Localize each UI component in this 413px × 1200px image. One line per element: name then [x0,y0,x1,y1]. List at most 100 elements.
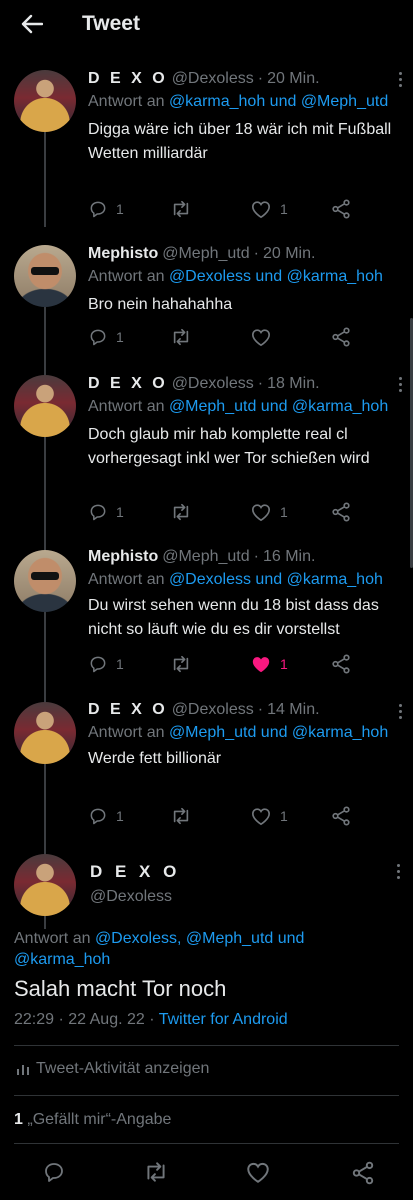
thread-tweet[interactable]: D E X O @Dexoless · 14 Min. Antwort an @… [0,692,413,929]
avatar[interactable] [14,70,76,132]
author-handle[interactable]: @Dexoless [90,888,399,906]
reply-prefix: Antwort an [88,398,165,415]
avatar[interactable] [14,245,76,307]
author-name[interactable]: D E X O [88,699,168,721]
reply-button[interactable]: 1 [88,501,124,523]
timestamp: 20 Min. [267,70,320,87]
thread-tweet[interactable]: Mephisto @Meph_utd · 20 Min. Antwort an … [0,235,413,377]
retweet-button[interactable] [170,653,192,675]
likes-label: „Gefällt mir“-Angabe [27,1111,172,1128]
tweet-meta: 22:29 · 22 Aug. 22 · Twitter for Android [14,1011,288,1029]
retweet-button[interactable] [170,326,192,348]
share-button[interactable] [330,326,352,348]
like-button[interactable]: 1 [250,653,288,675]
author-handle[interactable]: @Dexoless [172,68,254,90]
reply-icon [90,504,106,521]
share-icon [332,327,350,347]
share-button[interactable] [350,1160,376,1191]
share-icon [332,806,350,826]
avatar[interactable] [14,375,76,437]
tweet-activity-link[interactable]: Tweet-Aktivität anzeigen [16,1060,209,1078]
source-link[interactable]: Twitter for Android [159,1011,288,1028]
author-handle[interactable]: @Meph_utd [162,546,249,568]
retweet-button[interactable] [170,805,192,827]
author-name[interactable]: D E X O [88,68,168,90]
timestamp: 16 Min. [262,548,316,565]
tweet-text: Digga wäre ich über 18 wär ich mit Fußba… [88,121,392,162]
author-handle[interactable]: @Dexoless [172,699,254,721]
more-icon[interactable] [399,377,403,395]
author-name[interactable]: Mephisto [88,243,158,265]
separator: · [257,375,264,392]
likes-summary[interactable]: 1 „Gefällt mir“-Angabe [14,1111,171,1129]
avatar[interactable] [14,854,76,916]
reply-icon [90,656,106,673]
author-handle[interactable]: @Dexoless [172,373,254,395]
timestamp: 14 Min. [267,701,320,718]
retweet-button[interactable] [170,198,192,220]
author-name[interactable]: D E X O [90,862,399,882]
thread-tweet[interactable]: Mephisto @Meph_utd · 16 Min. Antwort an … [0,540,413,707]
thread-tweet[interactable]: D E X O @Dexoless · 18 Min. Antwort an @… [0,365,413,552]
reply-button[interactable]: 1 [88,653,124,675]
reply-mentions[interactable]: @Dexoless und @karma_hoh [169,268,383,285]
like-count: 1 [280,504,288,520]
retweet-icon [147,1162,165,1182]
separator: · [257,70,264,87]
like-button[interactable]: 1 [250,805,288,827]
like-icon [251,201,271,219]
reply-prefix: Antwort an [88,93,165,110]
thread-line [44,132,46,227]
reply-mentions[interactable]: @Dexoless und @karma_hoh [169,571,383,588]
like-button[interactable] [250,326,280,348]
thread-tweet[interactable]: D E X O @Dexoless · 20 Min. Antwort an @… [0,60,413,227]
activity-label: Tweet-Aktivität anzeigen [36,1060,210,1077]
reply-mentions[interactable]: @Meph_utd und @karma_hoh [169,724,388,741]
more-icon[interactable] [399,704,403,722]
like-button[interactable]: 1 [250,198,288,220]
action-bar: 1 1 [88,501,368,523]
author-name[interactable]: Mephisto [88,546,158,568]
divider [14,1143,399,1144]
reply-prefix: Antwort an [14,930,91,947]
share-button[interactable] [330,501,352,523]
author-name[interactable]: D E X O [88,373,168,395]
more-icon[interactable] [397,864,401,882]
tweet-text: Du wirst sehen wenn du 18 bist dass das … [88,597,379,638]
share-button[interactable] [330,805,352,827]
share-button[interactable] [330,653,352,675]
action-bar: 1 1 [88,653,368,675]
activity-icon [17,1065,29,1075]
reply-mentions[interactable]: @Meph_utd und @karma_hoh [169,398,388,415]
top-bar: Tweet [0,0,413,48]
like-button[interactable] [245,1160,271,1189]
reply-mentions[interactable]: @karma_hoh und @Meph_utd [169,93,388,110]
likes-count: 1 [14,1111,23,1128]
tweet-text: Werde fett billionär [88,750,222,767]
retweet-icon [173,328,189,346]
reply-context: Antwort an @Meph_utd und @karma_hoh [88,395,399,419]
back-arrow-icon[interactable] [20,12,44,36]
share-icon [352,1161,374,1185]
reply-context: Antwort an @Dexoless und @karma_hoh [88,568,399,592]
thread-line [44,437,46,552]
avatar[interactable] [14,550,76,612]
retweet-button[interactable] [143,1160,169,1189]
retweet-button[interactable] [170,501,192,523]
avatar[interactable] [14,702,76,764]
reply-button[interactable]: 1 [88,198,124,220]
action-bar: 1 1 [88,805,368,827]
like-icon [251,329,271,347]
like-button[interactable]: 1 [250,501,288,523]
timestamp: 20 Min. [262,245,316,262]
share-button[interactable] [330,198,352,220]
reply-icon [90,201,106,218]
tweet-text: Doch glaub mir hab komplette real cl vor… [88,426,370,467]
author-handle[interactable]: @Meph_utd [162,243,249,265]
reply-button[interactable] [42,1160,66,1189]
tweet-text: Bro nein hahahahha [88,296,233,313]
more-icon[interactable] [399,72,403,90]
reply-button[interactable]: 1 [88,805,124,827]
reply-prefix: Antwort an [88,724,165,741]
reply-button[interactable]: 1 [88,326,124,348]
